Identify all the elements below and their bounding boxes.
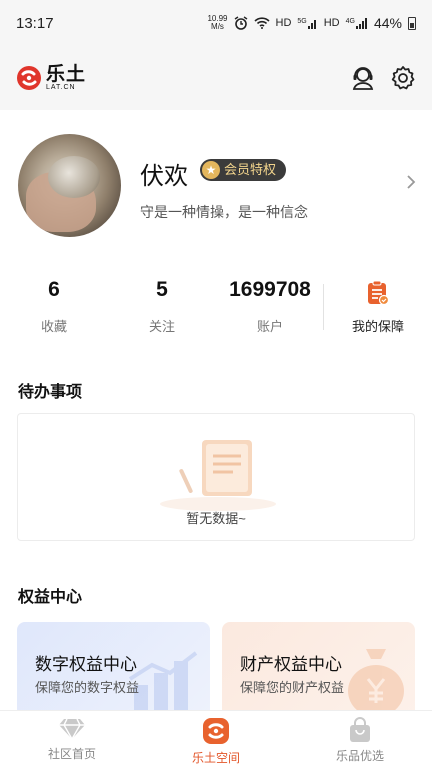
chevron-right-icon[interactable]: [406, 174, 416, 190]
battery-icon: [408, 16, 416, 30]
stat-favorites[interactable]: 6 收藏: [0, 270, 108, 335]
nav-letu-select[interactable]: 乐品优选: [288, 711, 432, 768]
property-rights-subtitle: 保障您的财产权益: [240, 680, 345, 695]
avatar[interactable]: [18, 134, 121, 237]
logo-text-cn: 乐土: [46, 64, 87, 85]
digital-rights-subtitle: 保障您的数字权益: [35, 680, 140, 695]
hd-label-2: HD: [323, 17, 340, 29]
property-rights-card[interactable]: 财产权益中心 保障您的财产权益: [222, 622, 415, 717]
status-bar: 13:17 10.99 M/s HD 5G HD 4G 44%: [0, 0, 432, 46]
status-time: 13:17: [16, 14, 54, 32]
digital-rights-title: 数字权益中心: [35, 655, 137, 674]
nav-letu-space[interactable]: 乐土空间: [144, 711, 288, 768]
star-icon: ★: [202, 161, 220, 179]
app-logo: 乐土 LAT.CN: [16, 65, 86, 91]
signal-4g: 4G: [346, 17, 368, 29]
letu-logo-icon: [17, 66, 41, 90]
letu-logo-icon: [203, 718, 229, 744]
signal-5g: 5G: [297, 18, 317, 29]
stat-following[interactable]: 5 关注: [108, 270, 216, 335]
digital-rights-card[interactable]: 数字权益中心 保障您的数字权益: [17, 622, 210, 717]
my-guarantee-button[interactable]: 我的保障: [324, 270, 432, 335]
todo-card: 暂无数据~: [17, 413, 415, 541]
property-rights-title: 财产权益中心: [240, 655, 342, 674]
shopping-bag-icon: [350, 717, 370, 742]
hd-label: HD: [275, 17, 292, 29]
customer-service-icon[interactable]: [350, 65, 376, 91]
signal-bars-icon: [307, 19, 316, 29]
status-indicators: 10.99 M/s HD 5G HD 4G 44%: [207, 15, 416, 31]
settings-gear-icon[interactable]: [390, 65, 416, 91]
profile-motto: 守是一种情操，是一种信念: [140, 204, 308, 220]
vip-badge[interactable]: ★ 会员特权: [200, 159, 287, 181]
rights-section-title: 权益中心: [18, 589, 83, 606]
wifi-icon: [253, 17, 270, 29]
nav-community-home[interactable]: 社区首页: [0, 711, 144, 768]
stat-account[interactable]: 1699708 账户: [216, 270, 324, 335]
empty-state-text: 暂无数据~: [186, 511, 246, 526]
money-bag-icon: [348, 649, 404, 717]
bottom-nav: 社区首页 乐土空间 乐品优选: [0, 710, 432, 768]
logo-text-en: LAT.CN: [46, 84, 76, 91]
stats-row: 6 收藏 5 关注 1699708 账户 我的保障: [0, 270, 432, 350]
app-header: 乐土 LAT.CN: [0, 46, 432, 110]
empty-state-illustration-icon: [160, 440, 276, 511]
battery-percent: 44%: [373, 15, 402, 31]
network-speed: 10.99 M/s: [207, 14, 228, 31]
diamond-icon: [59, 718, 85, 741]
signal-bars-icon: [355, 17, 367, 29]
clipboard-check-icon: [368, 280, 390, 306]
alarm-icon: [234, 16, 247, 30]
profile-section[interactable]: 伏欢 ★ 会员特权 守是一种情操，是一种信念: [0, 110, 432, 250]
todo-section-title: 待办事项: [18, 384, 83, 401]
username: 伏欢: [140, 163, 188, 190]
